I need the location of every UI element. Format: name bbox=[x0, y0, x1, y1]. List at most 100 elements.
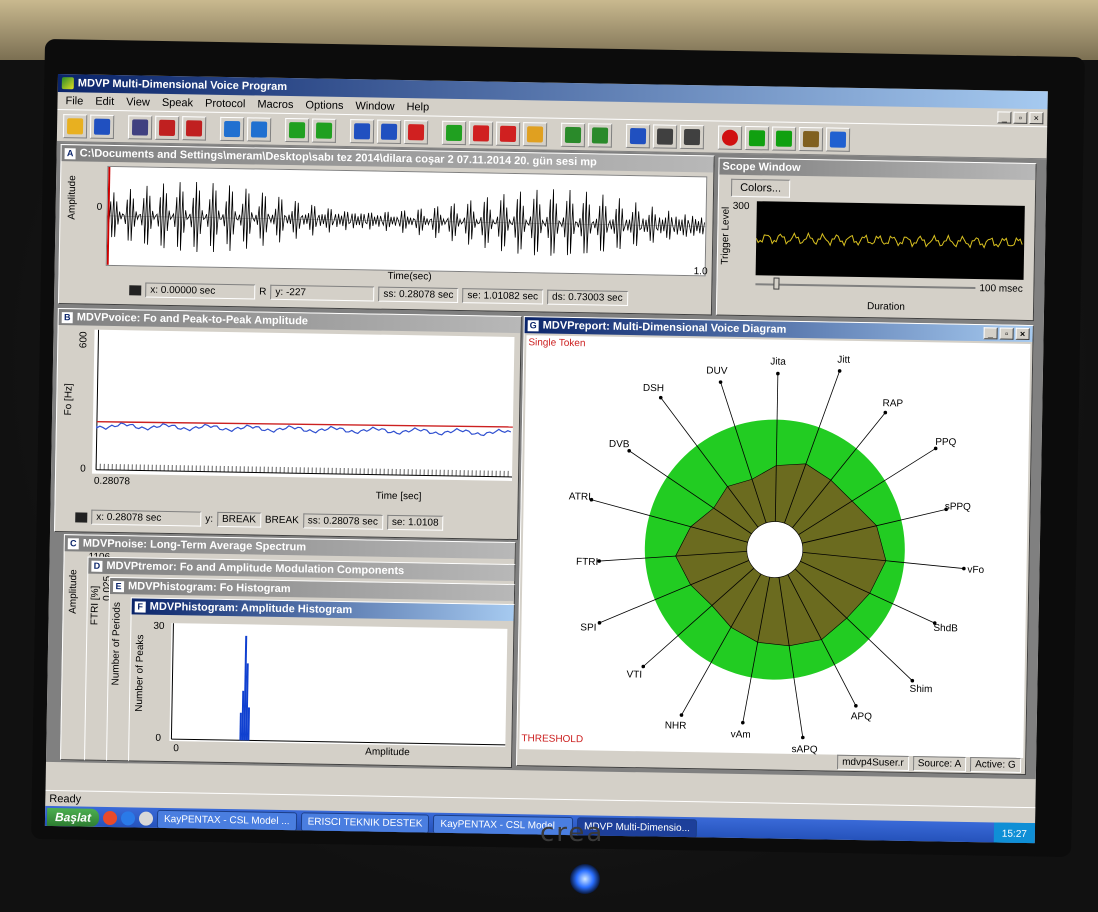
download-icon bbox=[445, 124, 463, 141]
monitor-brand-logo: crea bbox=[540, 818, 605, 848]
play-icon bbox=[748, 129, 766, 146]
open-icon bbox=[66, 117, 84, 134]
menu-macros[interactable]: Macros bbox=[251, 98, 299, 111]
ie-icon[interactable] bbox=[120, 811, 136, 826]
help-button[interactable] bbox=[825, 126, 851, 152]
speaker-icon bbox=[802, 130, 820, 147]
menu-options[interactable]: Options bbox=[299, 99, 349, 112]
menu-protocol[interactable]: Protocol bbox=[199, 97, 252, 110]
analyze-button[interactable] bbox=[560, 122, 586, 147]
menu-file[interactable]: File bbox=[59, 95, 89, 108]
s-icon bbox=[526, 125, 544, 142]
s-button[interactable] bbox=[522, 121, 548, 147]
forward-button[interactable] bbox=[311, 117, 337, 143]
scope-window-titlebar[interactable]: Scope Window bbox=[719, 158, 1036, 181]
taskbar-button[interactable]: KayPENTAX - CSL Model ... bbox=[156, 809, 297, 831]
colors-button[interactable]: Colors... bbox=[730, 178, 791, 198]
report-status: mdvp4Suser.r Source: A Active: G bbox=[836, 754, 1021, 773]
zoom-out-button[interactable] bbox=[349, 118, 375, 144]
duration-slider-thumb[interactable] bbox=[773, 277, 780, 290]
power-light-icon[interactable] bbox=[570, 864, 600, 894]
chrome-icon[interactable] bbox=[102, 810, 118, 826]
help-icon bbox=[829, 130, 847, 148]
list-button[interactable] bbox=[679, 124, 705, 149]
amplitude-histogram-window[interactable]: F MDVPhistogram: Amplitude Histogram Num… bbox=[128, 597, 515, 769]
grid-button[interactable] bbox=[652, 123, 678, 149]
scope-wave-svg bbox=[755, 231, 1023, 249]
start-button[interactable]: Başlat bbox=[46, 807, 100, 827]
cursor-icon bbox=[129, 284, 142, 295]
waveform-status: x: 0.00000 sec R y: -227 ss: 0.28078 sec… bbox=[129, 282, 628, 306]
save-button[interactable] bbox=[89, 114, 115, 139]
minimize-button[interactable]: _ bbox=[997, 110, 1012, 124]
info-button[interactable] bbox=[625, 123, 651, 148]
param-label: Shim bbox=[910, 684, 933, 695]
copy-button[interactable] bbox=[219, 116, 245, 141]
se-field: se: 1.01082 sec bbox=[462, 288, 544, 305]
clock[interactable]: 15:27 bbox=[1002, 828, 1027, 839]
window-letter: D bbox=[91, 560, 103, 572]
waveform-plot[interactable] bbox=[105, 165, 708, 277]
record-dot-button[interactable] bbox=[717, 125, 743, 150]
taskbar-button[interactable]: ERISCI TEKNIK DESTEK bbox=[300, 811, 430, 834]
speaker-button[interactable] bbox=[798, 126, 824, 151]
window-letter: E bbox=[112, 580, 125, 592]
fo-plot[interactable] bbox=[92, 329, 515, 481]
zoom-in-button[interactable] bbox=[376, 119, 402, 144]
amp-histogram-y-top: 30 bbox=[153, 620, 165, 632]
param-label: sPPQ bbox=[945, 501, 972, 512]
window-letter: C bbox=[67, 537, 79, 549]
restore-button[interactable]: ▫ bbox=[999, 327, 1014, 340]
play-button[interactable] bbox=[744, 125, 770, 150]
break-field-1: BREAK bbox=[216, 511, 262, 528]
fo-x-start: 0.28078 bbox=[93, 475, 131, 488]
amp-histogram-plot[interactable] bbox=[169, 623, 508, 747]
close-button[interactable]: × bbox=[1029, 111, 1044, 124]
source-field: Source: A bbox=[912, 756, 967, 772]
analyze2-button[interactable] bbox=[587, 122, 613, 148]
open-button[interactable] bbox=[62, 113, 88, 139]
play-step-button[interactable] bbox=[771, 125, 797, 151]
fo-status: x: 0.28078 sec y: BREAK BREAK ss: 0.2807… bbox=[75, 509, 444, 531]
window2-button[interactable] bbox=[495, 121, 521, 146]
param-label: SPI bbox=[580, 622, 596, 633]
back-button[interactable] bbox=[284, 117, 310, 142]
media-icon[interactable] bbox=[138, 811, 154, 826]
menu-window[interactable]: Window bbox=[349, 100, 400, 113]
param-label: Jita bbox=[770, 356, 786, 367]
menu-edit[interactable]: Edit bbox=[89, 95, 120, 108]
waveform-window[interactable]: A C:\Documents and Settings\meram\Deskto… bbox=[57, 144, 715, 316]
y-label: y: bbox=[205, 513, 214, 525]
duration-value: 100 msec bbox=[979, 283, 1023, 295]
delete-button[interactable] bbox=[403, 119, 429, 144]
fo-xlabel: Time [sec] bbox=[375, 490, 422, 503]
restore-button[interactable]: ▫ bbox=[1013, 111, 1028, 124]
fo-y-bottom: 0 bbox=[80, 463, 86, 475]
import-button[interactable] bbox=[181, 115, 207, 141]
system-tray: 15:27 bbox=[993, 822, 1036, 844]
menu-view[interactable]: View bbox=[120, 96, 156, 109]
close-button[interactable]: × bbox=[1015, 327, 1030, 340]
minimize-button[interactable]: _ bbox=[983, 327, 998, 340]
record-icon bbox=[131, 118, 149, 136]
record-button[interactable] bbox=[127, 114, 153, 140]
radar-plot[interactable]: Jita Jitt RAP PPQ sPPQ vFo ShdB Shim APQ sAPQ vAm N… bbox=[519, 335, 1031, 758]
copy-icon bbox=[223, 120, 241, 137]
duration-slider[interactable] bbox=[755, 283, 976, 290]
window-button[interactable] bbox=[468, 120, 494, 146]
amp-histogram-x-start: 0 bbox=[173, 743, 179, 755]
export-button[interactable] bbox=[154, 115, 180, 140]
mdvp-report-window[interactable]: G MDVPreport: Multi-Dimensional Voice Di… bbox=[515, 316, 1034, 775]
duration-label: Duration bbox=[866, 301, 905, 313]
download-button[interactable] bbox=[441, 120, 467, 145]
menu-help[interactable]: Help bbox=[400, 100, 435, 113]
scope-window[interactable]: Scope Window Colors... Trigger Level 300… bbox=[715, 157, 1037, 322]
analyze2-icon bbox=[591, 126, 609, 144]
amp-histogram-svg bbox=[170, 623, 506, 746]
paste-button[interactable] bbox=[246, 116, 272, 142]
menu-speak[interactable]: Speak bbox=[156, 96, 199, 109]
mdvp-app-icon bbox=[61, 77, 74, 90]
amp-histogram-xlabel: Amplitude bbox=[365, 746, 410, 759]
tremor-ylabel: FTRI [%] bbox=[89, 585, 102, 626]
fo-window[interactable]: B MDVPvoice: Fo and Peak-to-Peak Amplitu… bbox=[54, 308, 522, 541]
